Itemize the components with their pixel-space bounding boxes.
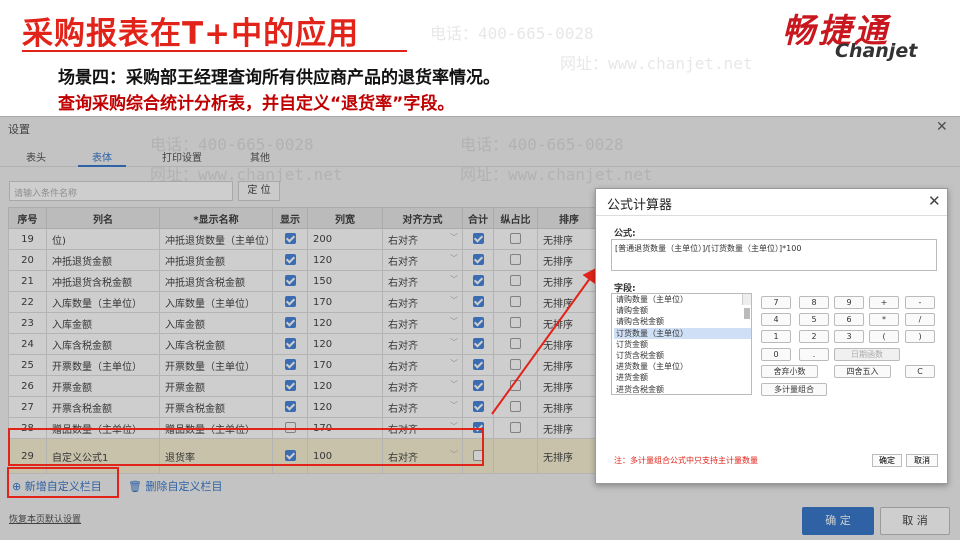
formula-input[interactable]: [普通退货数量（主单位）]/[订货数量（主单位）]*100: [611, 239, 937, 271]
keypad-key[interactable]: 9: [834, 296, 864, 309]
keypad-key[interactable]: /: [905, 313, 935, 326]
field-list-item[interactable]: 进货金额: [614, 372, 751, 383]
keypad-key[interactable]: 6: [834, 313, 864, 326]
keypad-key[interactable]: 3: [834, 330, 864, 343]
dialog-ok-button[interactable]: 确定: [872, 454, 902, 467]
keypad-key[interactable]: 四舍五入: [834, 365, 891, 378]
field-list-item[interactable]: 进货数量（主单位）: [614, 361, 751, 372]
scrollbar[interactable]: [742, 294, 751, 320]
keypad-key[interactable]: 8: [799, 296, 829, 309]
keypad-key[interactable]: 日期函数: [834, 348, 900, 361]
field-list[interactable]: 请购数量（主单位） 请购金额 请购含税金额 订货数量（主单位） 订货金额 订货含税金额 进货…: [611, 293, 752, 395]
keypad-key[interactable]: 1: [761, 330, 791, 343]
note-text: 注：多计量组合公式中只支持主计量数量: [614, 456, 758, 465]
keypad-key[interactable]: (: [869, 330, 899, 343]
dialog-title: 公式计算器: [607, 198, 673, 213]
field-list-item[interactable]: 订货金额: [614, 339, 751, 350]
keypad-key[interactable]: ): [905, 330, 935, 343]
keypad-key[interactable]: +: [869, 296, 899, 309]
formula-label: 公式:: [614, 229, 636, 239]
keypad-key[interactable]: 舍弃小数: [761, 365, 818, 378]
divider: [596, 215, 947, 216]
scroll-thumb[interactable]: [744, 308, 750, 320]
keypad-key[interactable]: 2: [799, 330, 829, 343]
field-list-item[interactable]: 进货含税金额: [614, 384, 751, 395]
keypad-key[interactable]: *: [869, 313, 899, 326]
dialog-cancel-button[interactable]: 取消: [906, 454, 938, 467]
formula-calculator-dialog: 公式计算器 ✕ 公式: [普通退货数量（主单位）]/[订货数量（主单位）]*10…: [595, 188, 948, 484]
field-list-item[interactable]: 订货含税金额: [614, 350, 751, 361]
keypad-key[interactable]: 5: [799, 313, 829, 326]
field-list-item[interactable]: 请购数量（主单位）: [614, 294, 751, 305]
keypad-key[interactable]: 多计量组合: [761, 383, 827, 396]
close-icon[interactable]: ✕: [928, 192, 941, 210]
keypad-key[interactable]: 0: [761, 348, 791, 361]
keypad-key[interactable]: -: [905, 296, 935, 309]
keypad-key[interactable]: 4: [761, 313, 791, 326]
keypad-key[interactable]: .: [799, 348, 829, 361]
keypad-key[interactable]: C: [905, 365, 935, 378]
field-list-item[interactable]: 请购含税金额: [614, 316, 751, 327]
field-list-item[interactable]: 订货数量（主单位）: [614, 327, 751, 339]
keypad-key[interactable]: 7: [761, 296, 791, 309]
field-list-item[interactable]: 请购金额: [614, 305, 751, 316]
